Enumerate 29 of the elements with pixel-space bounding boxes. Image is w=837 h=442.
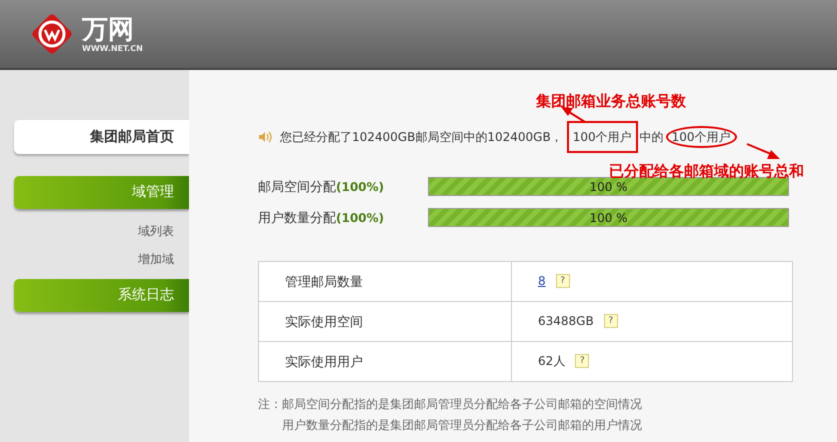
- callout-arrow: [746, 143, 780, 159]
- summary-text: 您已经分配了102400GB邮局空间中的102400GB， 100个用户 中的 100个用户: [280, 121, 736, 153]
- table-cell: 63488GB: [538, 314, 594, 328]
- table-cell: 实际使用空间: [258, 302, 512, 342]
- table-cell: 62人: [538, 354, 566, 368]
- table-cell: 管理邮局数量: [258, 262, 512, 302]
- note-label: 注：: [258, 396, 282, 413]
- meter-label: 用户数量分配: [258, 210, 336, 226]
- nav-tab[interactable]: 集团邮局首页: [14, 120, 189, 154]
- speaker-icon: [258, 131, 272, 143]
- logo-url: WWW.NET.CN: [82, 44, 143, 52]
- meter-label: 邮局空间分配: [258, 180, 336, 194]
- count-link[interactable]: 8: [538, 274, 546, 288]
- help-button[interactable]: ?: [556, 274, 570, 288]
- callout-arrow: [561, 107, 586, 123]
- nav-link[interactable]: 域列表: [14, 217, 189, 245]
- nav-link[interactable]: 增加域: [14, 245, 189, 273]
- progress-reading: 100 %: [589, 210, 628, 224]
- meter-percent: (100%): [336, 180, 384, 194]
- note-text: 邮局空间分配指的是集团邮局管理员分配给各子公司邮箱的空间情况: [282, 396, 642, 413]
- callout-label: 集团邮箱业务总账号数: [536, 92, 686, 111]
- progress-reading: 100 %: [589, 180, 628, 194]
- callout-label: 已分配给各邮箱域的账号总和: [609, 162, 804, 181]
- meter-percent: (100%): [336, 210, 384, 224]
- logo-name: 万网: [82, 16, 135, 44]
- help-button[interactable]: ?: [575, 354, 590, 368]
- note-text: 用户数量分配指的是集团邮局管理员分配给各子公司邮箱的用户情况: [282, 417, 642, 434]
- help-button[interactable]: ?: [604, 314, 618, 328]
- table-cell: 实际使用用户: [258, 342, 512, 382]
